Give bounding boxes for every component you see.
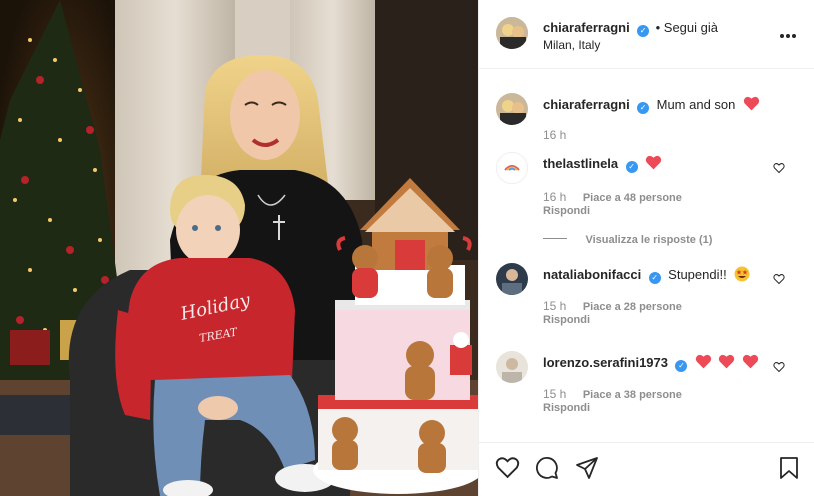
red-heart-emoji-icon [645,155,662,170]
verified-badge-icon: ✓ [637,102,650,114]
post-side-panel: chiaraferragni ✓ • Segui già Milan, Ital… [478,0,814,496]
comment-text-row: lorenzo.serafini1973 ✓ [543,354,759,372]
verified-badge-icon: ✓ [625,161,638,173]
comment-likes[interactable]: Piace a 38 persone [583,389,682,401]
header-location[interactable]: Milan, Italy [543,38,600,52]
like-comment-icon[interactable] [773,273,785,285]
share-paper-plane-icon[interactable] [575,456,599,480]
comment-time: 16 h [543,190,567,204]
caption-username[interactable]: chiaraferragni [543,97,630,112]
commenter-avatar[interactable] [496,263,528,295]
post-photo[interactable]: Holiday TREAT [0,0,478,496]
follow-status[interactable]: • Segui già [656,20,718,35]
post-image: Holiday TREAT [0,0,478,496]
view-replies-label: Visualizza le risposte (1) [585,234,713,246]
replies-divider [543,238,567,240]
commenter-avatar[interactable] [496,152,528,184]
comment-likes[interactable]: Piace a 28 persone [583,301,682,313]
comments-scroll-area[interactable]: chiaraferragni ✓ Mum and son 16 h thelas… [479,69,814,442]
reply-button[interactable]: Rispondi [543,314,590,326]
comment-time: 15 h [543,299,567,313]
comment-text-row: thelastlinela ✓ [543,155,662,173]
caption-text-row: chiaraferragni ✓ Mum and son [543,96,760,114]
comment-bubble-icon[interactable] [535,456,559,480]
comment-text-row: nataliabonifacci ✓ Stupendi!! [543,266,750,284]
header-username[interactable]: chiaraferragni [543,20,630,35]
like-comment-icon[interactable] [773,361,785,373]
comment-meta-row: 16 h Piace a 48 persone [543,188,682,206]
star-eyes-emoji-icon [734,266,750,282]
more-options-icon[interactable] [779,26,797,38]
red-heart-emoji-icon [742,354,759,369]
comment-meta-row: 15 h Piace a 28 persone [543,297,682,315]
post-header: chiaraferragni ✓ • Segui già Milan, Ital… [479,0,814,69]
comment-username[interactable]: thelastlinela [543,156,618,171]
like-heart-icon[interactable] [495,456,520,479]
comment-time: 15 h [543,387,567,401]
comment-meta-row: 15 h Piace a 38 persone [543,385,682,403]
commenter-avatar[interactable] [496,351,528,383]
save-bookmark-icon[interactable] [779,456,799,480]
red-heart-emoji-icon [719,354,735,369]
red-heart-emoji-icon [743,96,760,111]
reply-button[interactable]: Rispondi [543,402,590,414]
like-comment-icon[interactable] [773,162,785,174]
verified-badge-icon: ✓ [675,360,688,372]
verified-badge-icon: ✓ [648,272,661,284]
red-heart-emoji-icon [695,354,712,369]
comment-username[interactable]: lorenzo.serafini1973 [543,355,668,370]
caption-avatar[interactable] [496,93,528,125]
verified-badge-icon: ✓ [637,25,650,37]
caption-text: Mum and son [656,97,736,112]
comment-username[interactable]: nataliabonifacci [543,267,641,282]
caption-time: 16 h [543,128,567,142]
view-replies-button[interactable]: Visualizza le risposte (1) [543,230,712,248]
comment-text: Stupendi!! [668,267,727,282]
action-bar [479,442,814,496]
author-avatar[interactable] [496,17,528,49]
comment-likes[interactable]: Piace a 48 persone [583,192,682,204]
reply-button[interactable]: Rispondi [543,205,590,217]
header-title-row: chiaraferragni ✓ • Segui già [543,19,718,37]
